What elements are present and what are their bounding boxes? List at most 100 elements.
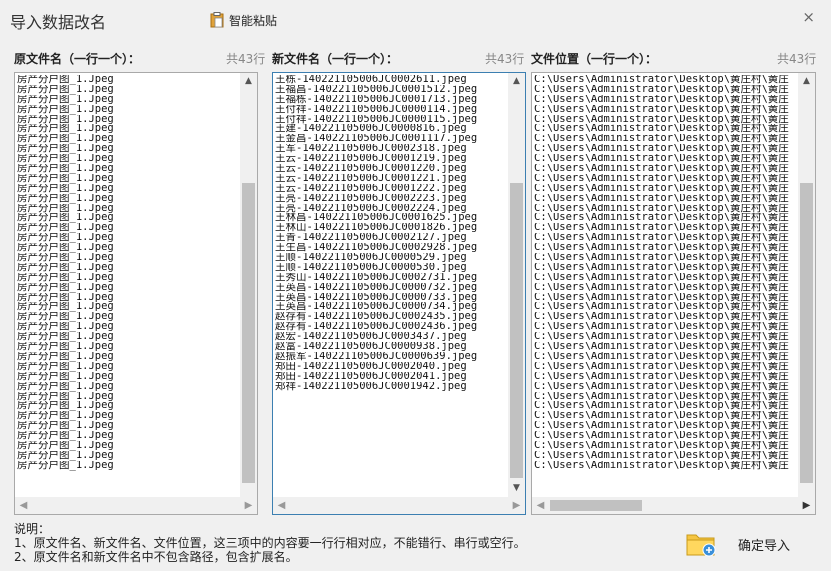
text-line: C:\Users\Administrator\Desktop\黄庄村\黄庄 bbox=[534, 282, 789, 293]
text-line: C:\Users\Administrator\Desktop\黄庄村\黄庄 bbox=[534, 401, 789, 412]
scroll-left-icon[interactable]: ◀ bbox=[273, 497, 290, 514]
confirm-import-button[interactable]: 确定导入 bbox=[680, 522, 814, 566]
scroll-left-icon[interactable]: ◀ bbox=[532, 497, 549, 514]
location-textarea[interactable]: C:\Users\Administrator\Desktop\黄庄村\黄庄 C:\… bbox=[531, 72, 816, 515]
folder-add-icon bbox=[686, 534, 716, 557]
text-line: 王福栋-140221105006JC0001713.jpeg bbox=[275, 94, 478, 105]
text-line: C:\Users\Administrator\Desktop\黄庄村\黄庄 bbox=[534, 292, 789, 303]
smart-paste-label: 智能粘贴 bbox=[229, 13, 278, 28]
text-line: C:\Users\Administrator\Desktop\黄庄村\黄庄 bbox=[534, 134, 789, 145]
text-line: 赵振军-140221105006JC0000639.jpeg bbox=[275, 351, 478, 362]
original-name-textarea[interactable]: 房产分户图_1.Jpeg 房产分户图_1.Jpeg 房产分户图_1.Jpeg 房产分户… bbox=[14, 72, 258, 515]
horizontal-scrollbar[interactable]: ◀ ▶ bbox=[15, 497, 257, 514]
text-line: 房产分户图_1.Jpeg bbox=[17, 460, 114, 471]
scroll-thumb[interactable] bbox=[800, 183, 813, 483]
text-line: C:\Users\Administrator\Desktop\黄庄村\黄庄 bbox=[534, 421, 789, 432]
text-line: 房产分户图_1.Jpeg bbox=[17, 154, 114, 165]
text-line: 房产分户图_1.Jpeg bbox=[17, 282, 114, 293]
scroll-left-icon[interactable]: ◀ bbox=[15, 497, 32, 514]
text-line: 王秀山-140221105006JC0002731.jpeg bbox=[275, 272, 478, 283]
text-line: 房产分户图_1.Jpeg bbox=[17, 312, 114, 323]
new-name-lines: 王栋-140221105006JC0002611.jpeg 王福昌-1402211… bbox=[275, 75, 477, 392]
scroll-thumb[interactable] bbox=[242, 183, 255, 483]
text-line: C:\Users\Administrator\Desktop\黄庄村\黄庄 bbox=[534, 75, 789, 85]
location-label: 文件位置（一行一个）： bbox=[531, 52, 658, 66]
text-line: C:\Users\Administrator\Desktop\黄庄村\黄庄 bbox=[534, 411, 789, 422]
scroll-up-icon[interactable]: ▲ bbox=[508, 73, 525, 90]
text-line: 王金昌-140221105006JC0001117.jpeg bbox=[275, 134, 478, 145]
text-line: C:\Users\Administrator\Desktop\黄庄村\黄庄 bbox=[534, 361, 789, 372]
new-name-count: 共43行 bbox=[485, 52, 525, 66]
text-line: 房产分户图_1.Jpeg bbox=[17, 94, 114, 105]
scroll-right-icon[interactable]: ▶ bbox=[508, 497, 525, 514]
horizontal-scrollbar[interactable]: ◀ ▶ bbox=[532, 497, 815, 514]
text-line: 房产分户图_1.Jpeg bbox=[17, 193, 114, 204]
text-line: 王亮-140221105006JC0002223.jpeg bbox=[275, 193, 467, 204]
text-line: C:\Users\Administrator\Desktop\黄庄村\黄庄 bbox=[534, 322, 789, 333]
text-line: C:\Users\Administrator\Desktop\黄庄村\黄庄 bbox=[534, 233, 789, 244]
text-line: 房产分户图_1.Jpeg bbox=[17, 84, 114, 95]
new-name-label: 新文件名（一行一个）： bbox=[272, 52, 399, 66]
smart-paste-button[interactable]: 智能粘贴 bbox=[210, 10, 277, 30]
clipboard-icon bbox=[210, 12, 224, 28]
text-line: 赵存有-140221105006JC0002435.jpeg bbox=[275, 312, 478, 323]
window-title: 导入数据改名 bbox=[10, 13, 107, 32]
text-line: 郑田-140221105006JC0002041.jpeg bbox=[275, 371, 467, 382]
close-icon[interactable]: × bbox=[802, 8, 815, 26]
text-line: 房产分户图_1.Jpeg bbox=[17, 440, 114, 451]
text-line: 房产分户图_1.Jpeg bbox=[17, 104, 114, 115]
text-line: 房产分户图_1.Jpeg bbox=[17, 292, 114, 303]
title-bar: 导入数据改名 智能粘贴 × bbox=[0, 0, 831, 36]
text-line: 房产分户图_1.Jpeg bbox=[17, 391, 114, 402]
text-line: 王顺-140221105006JC0000529.jpeg bbox=[275, 253, 467, 263]
text-line: C:\Users\Administrator\Desktop\黄庄村\黄庄 bbox=[534, 124, 789, 135]
scroll-thumb[interactable] bbox=[550, 500, 642, 511]
text-line: 房产分户图_1.Jpeg bbox=[17, 272, 114, 283]
vertical-scrollbar[interactable]: ▲ bbox=[240, 73, 257, 497]
text-line: 房产分户图_1.Jpeg bbox=[17, 332, 114, 343]
text-line: C:\Users\Administrator\Desktop\黄庄村\黄庄 bbox=[534, 104, 789, 115]
scroll-up-icon[interactable]: ▲ bbox=[240, 73, 257, 90]
text-line: 王付祥-140221105006JC0000115.jpeg bbox=[275, 114, 478, 125]
text-line: C:\Users\Administrator\Desktop\黄庄村\黄庄 bbox=[534, 450, 789, 461]
text-line: 王福昌-140221105006JC0001512.jpeg bbox=[275, 84, 478, 95]
scroll-down-icon[interactable]: ▼ bbox=[508, 480, 525, 497]
scroll-right-icon[interactable]: ▶ bbox=[798, 497, 815, 514]
text-line: 王云-140221105006JC0001221.jpeg bbox=[275, 173, 467, 184]
text-line: 房产分户图_1.Jpeg bbox=[17, 302, 114, 313]
text-line: C:\Users\Administrator\Desktop\黄庄村\黄庄 bbox=[534, 381, 789, 392]
scroll-up-icon[interactable]: ▲ bbox=[798, 73, 815, 90]
vertical-scrollbar[interactable]: ▲ bbox=[798, 73, 815, 497]
text-line: C:\Users\Administrator\Desktop\黄庄村\黄庄 bbox=[534, 114, 789, 125]
text-line: C:\Users\Administrator\Desktop\黄庄村\黄庄 bbox=[534, 144, 789, 155]
text-line: 房产分户图_1.Jpeg bbox=[17, 361, 114, 372]
original-name-label: 原文件名（一行一个）： bbox=[14, 52, 141, 66]
text-line: 房产分户图_1.Jpeg bbox=[17, 253, 114, 263]
text-line: 房产分户图_1.Jpeg bbox=[17, 173, 114, 184]
text-line: 房产分户图_1.Jpeg bbox=[17, 233, 114, 244]
text-line: 王英昌-140221105006JC0000734.jpeg bbox=[275, 302, 478, 313]
text-line: 房产分户图_1.Jpeg bbox=[17, 114, 114, 125]
text-line: 王云-140221105006JC0001220.jpeg bbox=[275, 164, 467, 174]
text-line: 房产分户图_1.Jpeg bbox=[17, 421, 114, 432]
horizontal-scrollbar[interactable]: ◀ ▶ bbox=[273, 497, 525, 514]
text-line: C:\Users\Administrator\Desktop\黄庄村\黄庄 bbox=[534, 154, 789, 165]
text-line: 赵宏-140221105006JC0003437.jpeg bbox=[275, 332, 467, 343]
scroll-thumb[interactable] bbox=[510, 183, 523, 478]
text-line: 郑田-140221105006JC0002040.jpeg bbox=[275, 361, 467, 372]
text-line: C:\Users\Administrator\Desktop\黄庄村\黄庄 bbox=[534, 460, 789, 471]
text-line: 王云-140221105006JC0001222.jpeg bbox=[275, 183, 467, 194]
scroll-right-icon[interactable]: ▶ bbox=[240, 497, 257, 514]
text-line: 王青-140221105006JC0002127.jpeg bbox=[275, 233, 467, 244]
vertical-scrollbar[interactable]: ▲ ▼ bbox=[508, 73, 525, 497]
text-line: 房产分户图_1.Jpeg bbox=[17, 124, 114, 135]
text-line: C:\Users\Administrator\Desktop\黄庄村\黄庄 bbox=[534, 302, 789, 313]
original-name-lines: 房产分户图_1.Jpeg 房产分户图_1.Jpeg 房产分户图_1.Jpeg 房产分户… bbox=[17, 75, 114, 471]
text-line: C:\Users\Administrator\Desktop\黄庄村\黄庄 bbox=[534, 203, 789, 214]
text-line: 房产分户图_1.Jpeg bbox=[17, 411, 114, 422]
text-line: C:\Users\Administrator\Desktop\黄庄村\黄庄 bbox=[534, 342, 789, 352]
text-line: 房产分户图_1.Jpeg bbox=[17, 75, 114, 85]
new-name-textarea[interactable]: 王栋-140221105006JC0002611.jpeg 王福昌-1402211… bbox=[272, 72, 526, 515]
text-line: 房产分户图_1.Jpeg bbox=[17, 450, 114, 461]
text-line: 房产分户图_1.Jpeg bbox=[17, 381, 114, 392]
